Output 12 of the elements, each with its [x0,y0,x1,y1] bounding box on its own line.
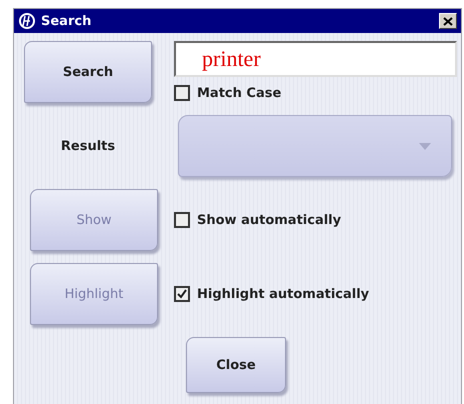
search-button[interactable]: Search [24,41,152,103]
search-field[interactable]: printer [174,41,457,77]
checkbox[interactable] [174,85,190,101]
results-label: Results [60,138,116,154]
close-button[interactable]: Close [186,337,286,393]
caret-icon [419,142,431,150]
logo-icon [18,12,36,30]
checkbox-label: Highlight automatically [197,286,370,302]
checkbox-label: Match Case [197,86,282,100]
close-icon[interactable] [439,13,457,29]
checkbox-label: Show automatically [197,212,342,228]
window-title: Search [41,14,92,28]
